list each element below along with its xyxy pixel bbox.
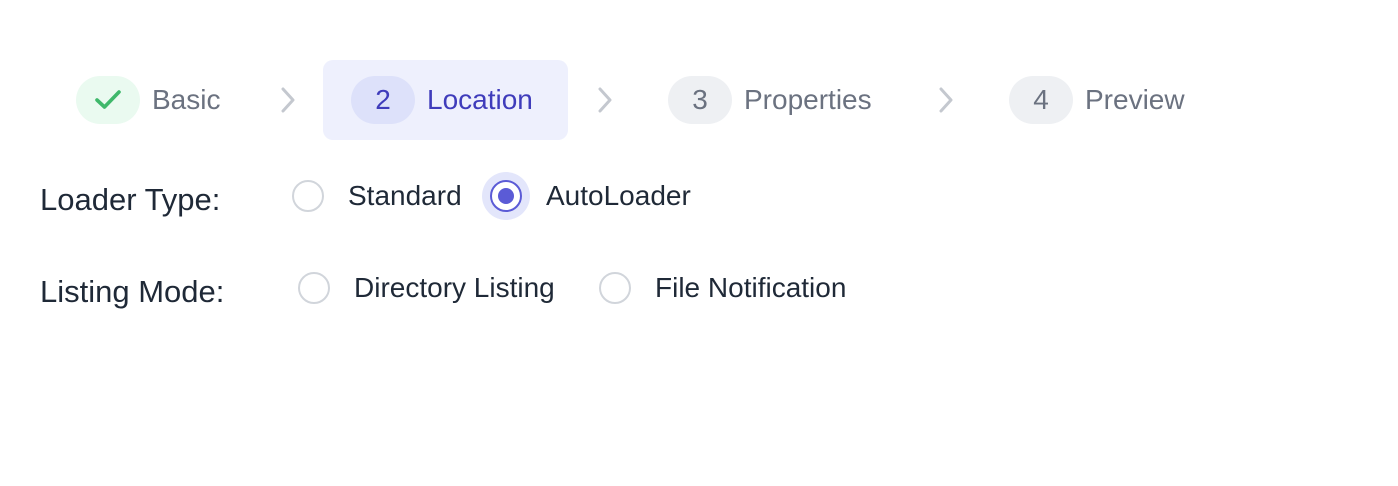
step-preview-label: Preview — [1085, 84, 1185, 115]
step-location-number: 2 — [375, 84, 391, 115]
wizard-stepper: Basic 2 Location 3 Properties 4 Preview — [0, 0, 1398, 160]
listing-mode-label: Listing Mode: — [40, 274, 225, 309]
listing-mode-directory-radio[interactable] — [298, 272, 330, 304]
listing-mode-notification-option[interactable]: File Notification — [599, 266, 846, 310]
step-location-badge: 2 — [351, 76, 415, 124]
loader-type-row: Loader Type: Standard AutoLoader — [40, 172, 1340, 224]
check-icon — [95, 90, 121, 109]
step-basic[interactable]: Basic — [76, 60, 220, 140]
loader-type-autoloader-option[interactable]: AutoLoader — [482, 172, 691, 220]
step-preview-number: 4 — [1033, 84, 1049, 115]
chevron-right-icon — [934, 86, 958, 114]
listing-mode-notification-radio[interactable] — [599, 272, 631, 304]
step-preview[interactable]: 4 Preview — [1009, 60, 1185, 140]
loader-type-label: Loader Type: — [40, 182, 221, 217]
listing-mode-row: Listing Mode: Directory Listing File Not… — [40, 266, 1340, 316]
chevron-right-icon — [276, 86, 300, 114]
step-properties-badge: 3 — [668, 76, 732, 124]
loader-type-standard-label: Standard — [348, 180, 462, 211]
step-basic-badge — [76, 76, 140, 124]
step-preview-badge: 4 — [1009, 76, 1073, 124]
listing-mode-directory-option[interactable]: Directory Listing — [298, 266, 555, 310]
loader-type-autoloader-label: AutoLoader — [546, 180, 691, 211]
listing-mode-notification-label: File Notification — [655, 272, 847, 303]
listing-mode-directory-label: Directory Listing — [354, 272, 555, 303]
radio-focus-halo — [482, 172, 530, 220]
step-location-label: Location — [427, 84, 533, 115]
loader-type-autoloader-radio[interactable] — [490, 180, 522, 212]
loader-type-standard-option[interactable]: Standard — [292, 174, 462, 218]
step-location[interactable]: 2 Location — [323, 60, 568, 140]
step-properties-number: 3 — [692, 84, 708, 115]
chevron-right-icon — [593, 86, 617, 114]
loader-type-standard-radio[interactable] — [292, 180, 324, 212]
step-basic-label: Basic — [152, 84, 221, 115]
step-properties-label: Properties — [744, 84, 872, 115]
step-properties[interactable]: 3 Properties — [668, 60, 872, 140]
